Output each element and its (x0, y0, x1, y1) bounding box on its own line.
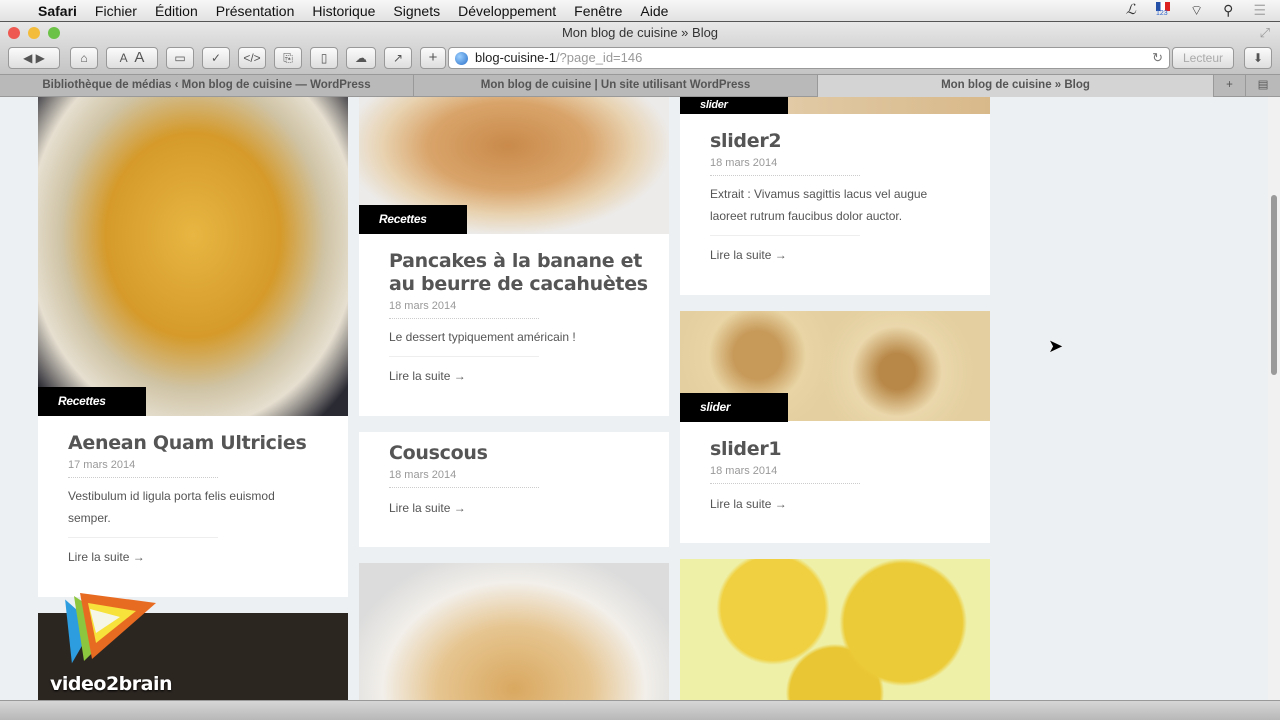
ruler-icon[interactable]: ▭ (166, 47, 194, 69)
menu-fichier[interactable]: Fichier (95, 3, 137, 19)
post-card: Couscous 18 mars 2014 Lire la suite → (359, 432, 669, 547)
read-more-link[interactable]: Lire la suite → (389, 501, 466, 515)
tab-bar: Bibliothèque de médias ‹ Mon blog de cui… (0, 74, 1280, 97)
font-size-buttons[interactable]: A A (106, 47, 158, 69)
source-code-button[interactable]: </> (238, 47, 266, 69)
title-bar: Mon blog de cuisine » Blog ⤢ (0, 22, 1280, 44)
script-icon[interactable]: ℒ (1126, 2, 1136, 20)
tab-media-library[interactable]: Bibliothèque de médias ‹ Mon blog de cui… (0, 75, 414, 97)
divider (389, 356, 539, 357)
post-card: slider slider1 18 mars 2014 Lire la suit… (680, 311, 990, 543)
cloud-icon[interactable]: ☁ (346, 47, 376, 69)
globe-icon (455, 52, 468, 65)
tab-blog[interactable]: Mon blog de cuisine » Blog (818, 75, 1214, 97)
tab-overview-icon[interactable]: ▤ (1246, 75, 1280, 97)
post-card: slider slider2 18 mars 2014 Extrait : Vi… (680, 97, 990, 295)
video2brain-logo: video2brain (50, 591, 173, 700)
post-title[interactable]: slider1 (710, 438, 970, 461)
share-icon[interactable]: ↗ (384, 47, 412, 69)
list-icon[interactable]: ☰ (1253, 2, 1266, 20)
back-forward-buttons[interactable]: ◀ ▶ (8, 47, 60, 69)
status-bar (0, 700, 1280, 720)
post-title[interactable]: slider2 (710, 130, 970, 153)
menu-edition[interactable]: Édition (155, 3, 198, 19)
post-excerpt: Vestibulum id ligula porta felis euismod… (68, 489, 275, 525)
menu-signets[interactable]: Signets (393, 3, 440, 19)
w3c-validator-icon[interactable]: ✓ (202, 47, 230, 69)
post-image-heart-cookies[interactable] (680, 559, 990, 700)
read-more-link[interactable]: Lire la suite → (68, 550, 145, 564)
toolbar: ◀ ▶ ⌂ A A ▭ ✓ </> ⎘ ▯ ☁ ↗ + blog-cuisine… (0, 44, 1280, 74)
post-title[interactable]: Aenean Quam Ultricies (68, 432, 328, 455)
menu-developpement[interactable]: Développement (458, 3, 556, 19)
home-icon[interactable]: ⌂ (70, 47, 98, 69)
url-path: /?page_id=146 (555, 50, 643, 65)
post-date: 18 mars 2014 (389, 300, 539, 319)
category-badge[interactable]: slider (680, 393, 788, 422)
keyboard-flag-icon[interactable]: 123 (1156, 2, 1170, 18)
menu-aide[interactable]: Aide (640, 3, 668, 19)
post-date: 17 mars 2014 (68, 459, 218, 478)
minimize-button[interactable] (28, 27, 40, 39)
reload-icon[interactable]: ↻ (1152, 48, 1163, 68)
mobile-icon[interactable]: ▯ (310, 47, 338, 69)
category-badge[interactable]: slider (680, 97, 788, 114)
divider (68, 537, 218, 538)
menu-bar: Safari Fichier Édition Présentation Hist… (0, 0, 1280, 22)
vertical-scrollbar[interactable] (1268, 97, 1280, 700)
read-more-link[interactable]: Lire la suite → (389, 369, 466, 383)
window-title: Mon blog de cuisine » Blog (561, 25, 719, 40)
menu-historique[interactable]: Historique (312, 3, 375, 19)
add-bookmark-button[interactable]: + (420, 47, 446, 69)
menu-safari[interactable]: Safari (38, 3, 77, 19)
post-date: 18 mars 2014 (710, 465, 860, 484)
page-content: Recettes Aenean Quam Ultricies 17 mars 2… (0, 97, 1268, 700)
read-more-link[interactable]: Lire la suite → (710, 248, 787, 262)
close-button[interactable] (8, 27, 20, 39)
post-date: 18 mars 2014 (710, 157, 860, 176)
category-badge[interactable]: Recettes (359, 205, 467, 234)
menu-presentation[interactable]: Présentation (216, 3, 295, 19)
font-smaller-button[interactable]: A (120, 51, 128, 65)
post-image-chocolate-cookies[interactable] (359, 563, 669, 700)
reader-button[interactable]: Lecteur (1172, 47, 1234, 69)
post-title[interactable]: Pancakes à la banane et au beurre de cac… (389, 250, 649, 296)
scrollbar-thumb[interactable] (1271, 195, 1277, 375)
menu-fenetre[interactable]: Fenêtre (574, 3, 622, 19)
new-tab-button[interactable]: + (1214, 75, 1246, 97)
keyboard-label: 123 (1156, 10, 1168, 17)
address-bar[interactable]: blog-cuisine-1/?page_id=146 ↻ (448, 47, 1170, 69)
divider (710, 235, 860, 236)
post-excerpt: Extrait : Vivamus sagittis lacus vel aug… (710, 187, 928, 223)
wifi-icon[interactable]: ⌔ (1190, 2, 1203, 20)
fullscreen-icon[interactable]: ⤢ (1260, 22, 1270, 44)
post-card: Recettes Pancakes à la banane et au beur… (359, 97, 669, 416)
downloads-icon[interactable]: ⬇ (1244, 47, 1272, 69)
css-code-icon[interactable]: ⎘ (274, 47, 302, 69)
read-more-link[interactable]: Lire la suite → (710, 497, 787, 511)
tab-blog-home[interactable]: Mon blog de cuisine | Un site utilisant … (414, 75, 818, 97)
zoom-button[interactable] (48, 27, 60, 39)
category-badge[interactable]: Recettes (38, 387, 146, 416)
post-excerpt: Le dessert typiquement américain ! (389, 330, 576, 344)
post-card: Recettes Aenean Quam Ultricies 17 mars 2… (38, 97, 348, 597)
post-title[interactable]: Couscous (389, 442, 649, 465)
search-icon[interactable]: ⚲ (1223, 2, 1233, 20)
post-date: 18 mars 2014 (389, 469, 539, 488)
post-image-cookie[interactable] (38, 97, 348, 416)
url-host: blog-cuisine-1 (475, 50, 556, 65)
mouse-cursor-icon: ➤ (1048, 336, 1064, 356)
font-larger-button[interactable]: A (134, 49, 144, 66)
